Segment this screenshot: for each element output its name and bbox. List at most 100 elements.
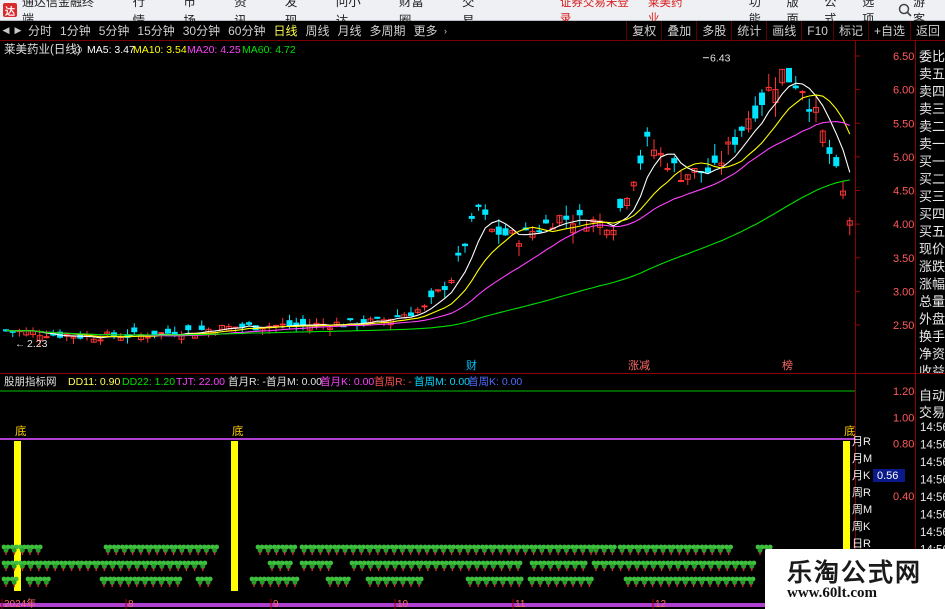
period-tab[interactable]: 月线 [334, 22, 366, 39]
clover-marker [642, 544, 651, 555]
clover-marker [608, 560, 617, 571]
clover-marker [546, 560, 555, 571]
nav-left-icon[interactable]: ◀ [0, 25, 12, 36]
clover-marker [325, 576, 335, 587]
clover-marker [173, 576, 183, 587]
clover-marker [280, 544, 289, 555]
clover-marker [398, 560, 408, 571]
date-label: 10 [397, 599, 409, 609]
candle-body [752, 105, 759, 119]
clover-marker [210, 544, 220, 555]
candle-body [441, 286, 448, 291]
clover-marker [529, 560, 539, 571]
clover-marker [257, 576, 267, 587]
period-tab[interactable]: 周线 [301, 22, 333, 39]
period-tab[interactable]: 5分钟 [95, 22, 134, 39]
period-tab[interactable]: 30分钟 [179, 22, 224, 39]
clover-marker [415, 560, 424, 571]
clover-marker [673, 560, 683, 571]
clover-marker [657, 560, 666, 571]
clover-marker [632, 560, 642, 571]
clover-marker [406, 576, 416, 587]
trade-time: 14:56 [920, 527, 945, 539]
clover-marker [625, 544, 635, 555]
candle-body [644, 131, 651, 137]
toolbar-button[interactable]: F10 [801, 20, 833, 41]
candle-body [826, 147, 833, 154]
clover-marker [497, 560, 506, 571]
clover-marker [554, 560, 563, 571]
clover-marker [689, 576, 698, 587]
clover-marker [471, 544, 481, 555]
search-icon[interactable] [897, 2, 913, 18]
clover-marker [299, 544, 309, 555]
clover-marker [480, 560, 490, 571]
clover-marker [666, 544, 676, 555]
low-price-label: 2.23 [27, 338, 48, 350]
clover-marker [716, 544, 725, 555]
period-tab[interactable]: 多周期 [366, 22, 410, 39]
clover-marker [447, 544, 456, 555]
toolbar-button[interactable]: 统计 [731, 20, 766, 41]
nav-right-icon[interactable]: ▶ [12, 25, 24, 36]
clover-marker [161, 544, 170, 555]
clover-marker [398, 576, 408, 587]
clover-marker [697, 576, 707, 587]
period-tab[interactable]: 60分钟 [224, 22, 269, 39]
kline-chart[interactable]: 莱美药业(日线) ⊙ MA5: 3.47 MA10: 3.54 MA20: 4.25 MA… [0, 41, 945, 379]
date-label: 2024年 [4, 597, 36, 609]
clover-marker [656, 576, 666, 587]
clover-marker [272, 544, 281, 555]
clover-marker [266, 576, 275, 587]
clover-marker [691, 544, 701, 555]
period-tab[interactable]: 15分钟 [133, 22, 178, 39]
period-tab[interactable]: 日线 [269, 22, 301, 39]
clover-marker [724, 544, 733, 555]
clover-marker [83, 560, 93, 571]
clover-marker [414, 544, 424, 555]
toolbar-button[interactable]: 叠加 [661, 20, 696, 41]
candle-body [468, 215, 475, 219]
trade-time: 14:56 [920, 440, 945, 452]
clover-marker [414, 576, 424, 587]
low-arrow-icon: ← [15, 339, 25, 350]
quote-field-label: 卖一 [919, 137, 945, 152]
clover-marker [578, 560, 588, 571]
clover-marker [675, 544, 684, 555]
clover-marker [33, 576, 43, 587]
period-tab[interactable]: 分时 [24, 22, 56, 39]
menu-bar: 达 通达信金融终端 行情市场资讯发现问小达财富圈交易 证券交易未登录 莱美药业 … [0, 0, 945, 28]
more-chevron-icon[interactable]: › [440, 26, 452, 36]
clover-marker [91, 560, 101, 571]
clover-marker [263, 544, 273, 555]
toolbar-button[interactable]: 标记 [832, 20, 868, 41]
quote-field-label: 卖三 [919, 102, 945, 117]
indicator-m5: 首周M: 0.00 [414, 375, 470, 388]
clover-marker [144, 544, 154, 555]
clover-marker [707, 544, 717, 555]
clover-marker [324, 544, 333, 555]
toolbar-button[interactable]: 返回 [909, 20, 945, 41]
toolbar-button[interactable]: 画线 [766, 20, 801, 41]
clover-marker [690, 560, 699, 571]
toolbar-button[interactable]: +自选 [867, 20, 910, 41]
clover-marker [185, 544, 195, 555]
clover-marker [100, 560, 109, 571]
clover-marker [545, 544, 555, 555]
toolbar-button[interactable]: 多股 [696, 20, 731, 41]
trade-time: 14:56 [920, 510, 945, 522]
candle-body [9, 330, 16, 333]
ma5-line [5, 82, 851, 339]
price-tick-label: 4.50 [893, 186, 914, 198]
high-price-label: 6.43 [710, 53, 731, 65]
clover-marker [116, 560, 126, 571]
clover-marker [514, 576, 524, 587]
period-tab[interactable]: 更多 [410, 22, 442, 39]
indicator-tick-label: 0.56 [877, 470, 898, 482]
period-tab[interactable]: 1分钟 [56, 22, 95, 39]
clover-marker [422, 544, 432, 555]
candle-body [732, 136, 738, 145]
toolbar-button[interactable]: 复权 [626, 20, 661, 41]
indicator-tjt: TJT: 22.00 [176, 376, 225, 388]
clover-marker [755, 544, 765, 555]
